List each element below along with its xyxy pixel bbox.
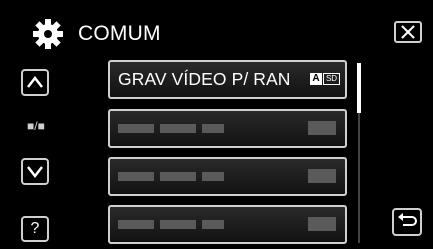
help-button[interactable]: ? bbox=[21, 216, 49, 242]
chevron-up-icon bbox=[27, 75, 43, 88]
gear-icon bbox=[33, 19, 63, 49]
sd-badge-group: A SD bbox=[310, 73, 340, 85]
badge-a: A bbox=[310, 73, 322, 85]
close-button[interactable] bbox=[394, 21, 422, 43]
chevron-down-icon bbox=[27, 166, 43, 179]
scroll-up-button[interactable] bbox=[21, 69, 49, 96]
menu-item-label: GRAV VÍDEO P/ RAN bbox=[118, 69, 291, 89]
scrollbar-thumb[interactable] bbox=[357, 63, 361, 113]
page-title: COMUM bbox=[78, 22, 161, 45]
return-arrow-icon bbox=[398, 213, 417, 226]
help-label: ? bbox=[30, 220, 40, 237]
scroll-down-button[interactable] bbox=[21, 158, 49, 185]
badge-sd: SD bbox=[323, 73, 340, 85]
page-indicator: ■/■ bbox=[27, 119, 45, 133]
close-icon bbox=[401, 25, 415, 39]
back-button[interactable] bbox=[392, 208, 422, 236]
